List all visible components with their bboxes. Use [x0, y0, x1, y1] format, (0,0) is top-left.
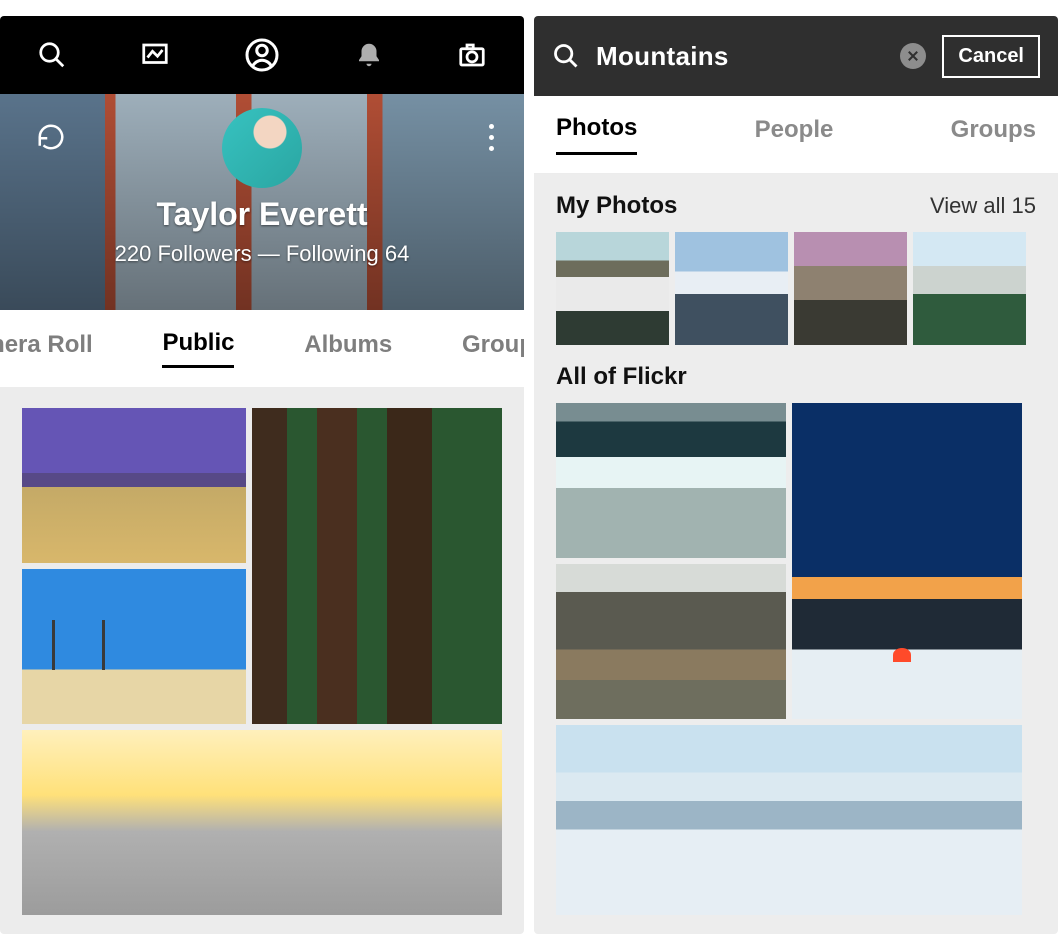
feed-icon[interactable]	[140, 40, 170, 70]
all-flickr-title: All of Flickr	[556, 363, 1036, 391]
tab-albums[interactable]: Albums	[304, 331, 392, 367]
photo-thumb[interactable]	[556, 725, 1022, 915]
profile-stats[interactable]: 220 Followers — Following 64	[0, 241, 524, 267]
profile-cover: Taylor Everett 220 Followers — Following…	[0, 94, 524, 310]
camera-icon[interactable]	[457, 40, 487, 70]
refresh-icon[interactable]	[36, 122, 66, 152]
avatar[interactable]	[222, 108, 302, 188]
my-photos-title: My Photos	[556, 192, 677, 220]
search-results: My Photos View all 15 All of Flickr	[534, 174, 1058, 934]
tab-groups[interactable]: Group	[462, 331, 524, 367]
profile-icon[interactable]	[244, 37, 280, 73]
search-icon[interactable]	[37, 40, 67, 70]
my-photos-row	[556, 232, 1036, 345]
tab-camera-roll[interactable]: amera Roll	[0, 331, 93, 367]
search-icon[interactable]	[552, 42, 580, 70]
search-screen: Mountains Cancel Photos People Groups My…	[534, 16, 1058, 934]
clear-search-icon[interactable]	[900, 43, 926, 69]
photo-thumb[interactable]	[556, 564, 786, 719]
followers-count: 220 Followers	[115, 241, 252, 266]
all-flickr-grid	[556, 403, 1036, 915]
photo-thumb[interactable]	[913, 232, 1026, 345]
photo-thumb[interactable]	[675, 232, 788, 345]
photo-thumb[interactable]	[556, 232, 669, 345]
photo-thumb[interactable]	[794, 232, 907, 345]
photo-thumb[interactable]	[252, 408, 502, 724]
stat-separator: —	[258, 241, 280, 266]
search-tabs: Photos People Groups	[534, 96, 1058, 174]
search-tab-photos[interactable]: Photos	[556, 114, 637, 155]
photo-thumb[interactable]	[22, 730, 502, 915]
profile-name: Taylor Everett	[0, 196, 524, 233]
profile-screen: Taylor Everett 220 Followers — Following…	[0, 16, 524, 934]
view-all-link[interactable]: View all 15	[930, 193, 1036, 219]
search-tab-people[interactable]: People	[755, 116, 834, 154]
cancel-button[interactable]: Cancel	[942, 35, 1040, 78]
photo-thumb[interactable]	[22, 569, 246, 724]
photo-thumb[interactable]	[556, 403, 786, 558]
bell-icon[interactable]	[354, 40, 384, 70]
public-photo-grid	[0, 388, 524, 934]
search-input[interactable]: Mountains	[596, 41, 884, 72]
photo-thumb[interactable]	[792, 403, 1022, 719]
bottom-nav	[0, 16, 524, 94]
following-count: Following 64	[286, 241, 410, 266]
more-icon[interactable]	[489, 124, 494, 151]
profile-tabs: amera Roll Public Albums Group	[0, 310, 524, 388]
photo-thumb[interactable]	[22, 408, 246, 563]
tab-public[interactable]: Public	[162, 329, 234, 368]
search-bar: Mountains Cancel	[534, 16, 1058, 96]
search-tab-groups[interactable]: Groups	[951, 116, 1036, 154]
